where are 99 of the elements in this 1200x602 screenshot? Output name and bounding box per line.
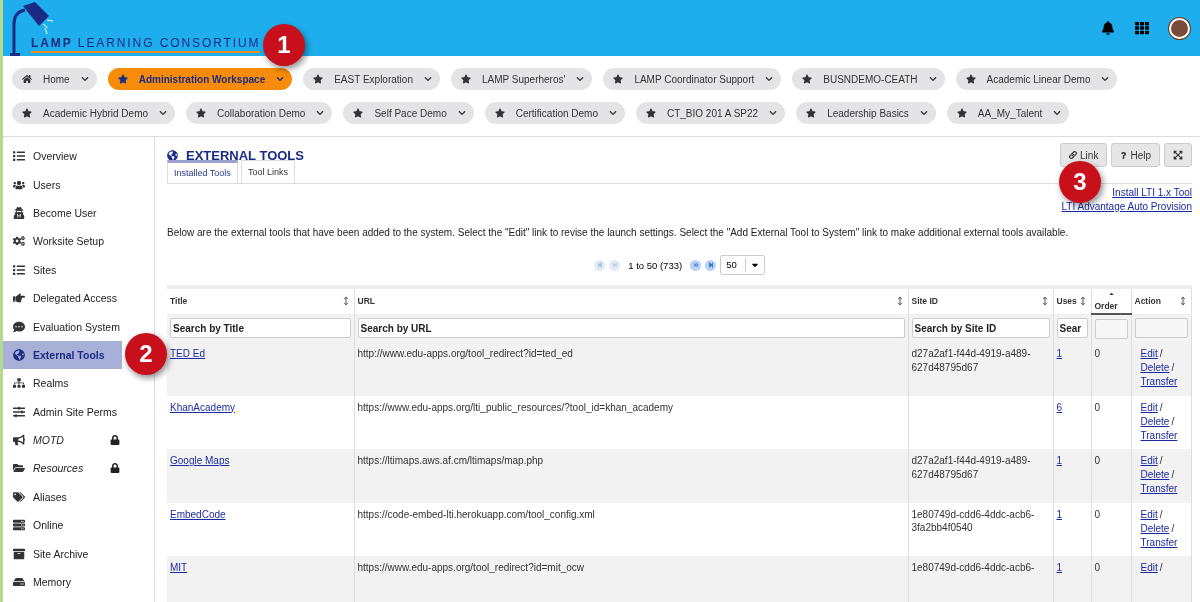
site-id-text: 1e80749d-cdd6-4ddc-acb6- [911, 562, 1035, 573]
page-title: EXTERNAL TOOLS [167, 147, 304, 163]
pager-range: 1 to 50 (733) [628, 259, 683, 271]
tab[interactable]: Installed Tools [167, 160, 238, 183]
sidebar-item[interactable]: Worksite Setup [3, 227, 122, 256]
page-size-select[interactable]: 50 [720, 255, 765, 275]
tab[interactable]: Tool Links [240, 160, 295, 183]
sidebar-item[interactable]: Users [3, 170, 122, 199]
sidebar-item[interactable]: Realms [3, 369, 122, 398]
action-link[interactable]: Edit [1140, 348, 1158, 359]
uses-link[interactable]: 6 [1056, 401, 1063, 413]
column-header[interactable]: Action [1131, 287, 1192, 314]
sidebar-item[interactable]: MOTD [3, 425, 122, 455]
sidebar-item[interactable]: Aliases [3, 482, 122, 512]
sidebar-item[interactable]: Memory [3, 567, 122, 597]
site-id-text: 1e80749d-cdd6-4ddc-acb6-3fa2bb4f0540 [911, 508, 1035, 533]
column-header[interactable]: URL [354, 287, 908, 314]
callout-badge: 2 [125, 333, 167, 375]
column-header[interactable]: Uses [1053, 287, 1091, 314]
sidebar-item[interactable]: Admin Site Perms [3, 397, 122, 426]
order-text: 0 [1094, 401, 1101, 413]
tool-title-link[interactable]: TED Ed [170, 348, 205, 359]
tool-title-link[interactable]: KhanAcademy [170, 401, 236, 413]
action-link[interactable]: Transfer [1140, 429, 1178, 441]
site-tab[interactable]: LAMP Superheros' [450, 68, 593, 90]
sidebar-item[interactable]: External Tools [3, 340, 122, 370]
action-link[interactable]: Transfer [1140, 536, 1178, 548]
description-text: Below are the external tools that have been added to the system. Select the "Edit" link to revise the launch settings. Select the "Add External Tool to System" link to make additional external tools available. [167, 227, 1070, 238]
action-link[interactable]: Transfer [1140, 376, 1178, 387]
action-link[interactable]: Edit [1140, 401, 1158, 413]
url-text: https://www.edu-apps.org/lti_public_resources/?tool_id=khan_academy [357, 401, 673, 413]
site-tab[interactable]: Academic Hybrid Demo [12, 102, 176, 124]
site-tab[interactable]: Home [12, 68, 97, 90]
column-header[interactable]: Order [1091, 287, 1131, 314]
action-link[interactable]: Edit [1140, 562, 1158, 573]
site-tab[interactable]: Collaboration Demo [186, 102, 333, 124]
help-button[interactable]: Help [1111, 143, 1160, 167]
search-field[interactable]: Search by Title [170, 318, 351, 339]
site-tab[interactable]: EAST Exploration [303, 68, 440, 90]
separator-text: / [1171, 415, 1175, 427]
sidebar-item[interactable]: Resources [3, 454, 122, 483]
site-tab[interactable]: BUSNDEMO-CEATH [792, 68, 945, 90]
action-link[interactable]: Delete [1140, 362, 1170, 373]
uses-link[interactable]: 1 [1056, 455, 1063, 466]
action-link[interactable]: Delete [1140, 522, 1170, 534]
action-link[interactable]: Delete [1140, 469, 1170, 480]
tool-title-link[interactable]: EmbedCode [170, 508, 226, 520]
site-tab[interactable]: Academic Linear Demo [955, 68, 1118, 90]
separator-text: / [1171, 362, 1175, 373]
search-field[interactable]: Search by URL [357, 318, 905, 339]
sidebar-item[interactable]: Overview [3, 142, 122, 171]
logo-text: LAMP LEARNING CONSORTIUM [31, 36, 261, 53]
site-tab[interactable]: AA_My_Talent [946, 102, 1070, 124]
url-text: https://ltimaps.aws.af.cm/ltimaps/map.php [357, 455, 544, 466]
separator-text: / [1171, 522, 1175, 534]
sidebar-item[interactable]: Delegated Access [3, 283, 122, 313]
site-tab[interactable]: Self Pace Demo [343, 102, 474, 124]
action-link[interactable]: Edit [1140, 455, 1158, 466]
separator-text: / [1171, 469, 1175, 480]
site-tab[interactable]: CT_BIO 201 A SP22 [635, 102, 786, 124]
tool-title-link[interactable]: Google Maps [170, 455, 230, 466]
tool-title-link[interactable]: MIT [170, 562, 188, 573]
order-text: 0 [1094, 348, 1101, 359]
action-link[interactable]: Transfer [1140, 483, 1178, 494]
link[interactable]: Install LTI 1.x Tool [1112, 186, 1192, 200]
sidebar-item[interactable]: Site Archive [3, 539, 122, 568]
action-link[interactable]: Edit [1140, 508, 1158, 520]
separator-text: / [1159, 455, 1163, 466]
url-text: http://www.edu-apps.org/tool_redirect?id=ted_ed [357, 348, 573, 359]
url-text: https://www.edu-apps.org/tool_redirect?id=mit_ocw [357, 562, 584, 573]
order-text: 0 [1094, 562, 1101, 573]
column-header[interactable]: Title [167, 287, 354, 314]
link[interactable]: LTI Advantage Auto Provision [1061, 200, 1192, 214]
sidebar-item[interactable]: Evaluation System [3, 312, 122, 341]
separator-text: / [1159, 348, 1163, 359]
uses-link[interactable]: 1 [1056, 508, 1063, 520]
uses-link[interactable]: 1 [1056, 562, 1063, 573]
separator-text: / [1159, 401, 1163, 413]
site-tab[interactable]: Leadership Basics [796, 102, 936, 124]
search-field[interactable]: Search by Site ID [911, 318, 1050, 339]
order-text: 0 [1094, 508, 1101, 520]
link-button[interactable]: Link [1060, 143, 1108, 167]
site-id-text: d27a2af1-f44d-4919-a489-627d48795d67 [911, 455, 1031, 480]
site-id-text: d27a2af1-f44d-4919-a489-627d48795d67 [911, 348, 1031, 373]
sidebar-item[interactable]: Online [3, 511, 122, 540]
separator-text: / [1159, 508, 1163, 520]
column-header[interactable]: Site ID [908, 287, 1053, 314]
site-tab[interactable]: Administration Workspace [107, 68, 293, 90]
uses-link[interactable]: 1 [1056, 348, 1063, 359]
site-tab[interactable]: Certification Demo [484, 102, 625, 124]
action-link[interactable]: Delete [1140, 415, 1170, 427]
separator-text: / [1159, 562, 1163, 573]
url-text: https://code-embed-lti.herokuapp.com/tool_config.xml [357, 508, 595, 520]
site-tab[interactable]: LAMP Coordinator Support [603, 68, 782, 90]
sidebar-item[interactable]: Become User [3, 198, 122, 228]
order-text: 0 [1094, 455, 1101, 466]
callout-badge: 3 [1059, 161, 1101, 203]
search-field[interactable]: Sear [1056, 318, 1088, 339]
sidebar-item[interactable]: Sites [3, 255, 122, 284]
